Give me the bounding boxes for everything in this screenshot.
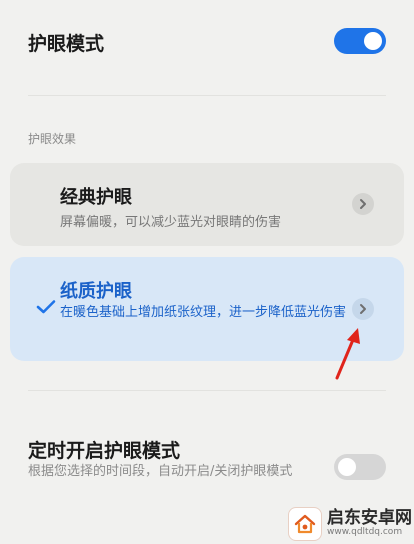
watermark-url: www.qdltdq.com xyxy=(327,527,403,538)
watermark-title: 启东安卓网 xyxy=(327,508,412,529)
chevron-right-icon[interactable] xyxy=(352,298,374,320)
home-logo-icon xyxy=(288,507,322,541)
schedule-description: 根据您选择的时间段，自动开启/关闭护眼模式 xyxy=(28,464,293,479)
red-arrow-icon xyxy=(335,328,360,380)
eye-protection-label: 护眼模式 xyxy=(28,33,105,55)
effect-description: 在暖色基础上增加纸张纹理，进一步降低蓝光伤害 xyxy=(60,305,347,320)
eye-protection-toggle[interactable] xyxy=(334,28,386,54)
effect-card-classic[interactable]: 经典护眼 屏幕偏暖，可以减少蓝光对眼睛的伤害 xyxy=(10,163,404,246)
watermark: 启东安卓网 www.qdltdq.com xyxy=(288,505,412,543)
toggle-knob xyxy=(338,458,356,476)
schedule-label: 定时开启护眼模式 xyxy=(28,440,181,462)
check-icon xyxy=(36,300,56,314)
effect-title: 纸质护眼 xyxy=(60,281,132,302)
schedule-toggle[interactable] xyxy=(334,454,386,480)
effect-description: 屏幕偏暖，可以减少蓝光对眼睛的伤害 xyxy=(60,215,282,230)
section-label-effects: 护眼效果 xyxy=(28,132,77,146)
toggle-knob xyxy=(364,32,382,50)
divider xyxy=(28,95,386,96)
chevron-right-icon[interactable] xyxy=(352,193,374,215)
divider xyxy=(28,390,386,391)
effect-title: 经典护眼 xyxy=(60,187,132,208)
